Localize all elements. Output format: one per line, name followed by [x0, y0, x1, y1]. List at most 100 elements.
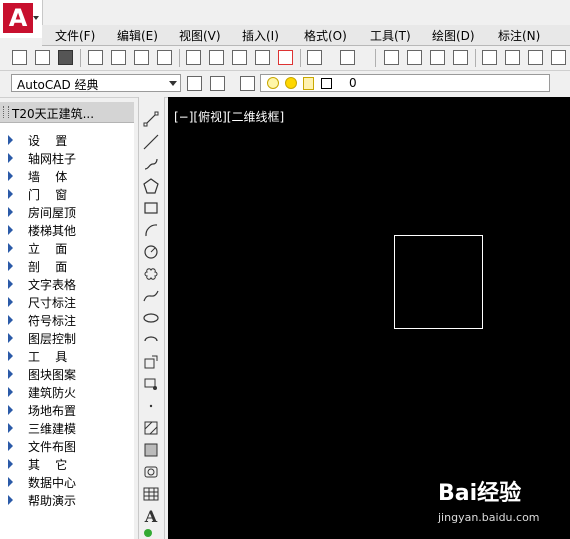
panel-item[interactable]: 设 置: [0, 131, 134, 149]
panel-item[interactable]: 三维建模: [0, 419, 134, 437]
panel-item[interactable]: 符号标注: [0, 311, 134, 329]
panel-item[interactable]: 房间屋顶: [0, 203, 134, 221]
match-properties-icon[interactable]: [255, 50, 270, 65]
menu-insert[interactable]: 插入(I): [242, 27, 279, 44]
publish-icon[interactable]: [134, 50, 149, 65]
panel-item[interactable]: 场地布置: [0, 401, 134, 419]
layer-properties-icon[interactable]: [240, 76, 255, 91]
make-block-icon[interactable]: [143, 376, 159, 392]
ellipse-icon[interactable]: [143, 310, 159, 326]
new-file-icon[interactable]: [12, 50, 27, 65]
panel-item[interactable]: 其 它: [0, 455, 134, 473]
copy-icon[interactable]: [209, 50, 224, 65]
undo-icon[interactable]: [307, 50, 322, 65]
menu-tools[interactable]: 工具(T): [370, 27, 411, 44]
expand-arrow-icon[interactable]: [8, 189, 13, 199]
panel-item[interactable]: 图层控制: [0, 329, 134, 347]
panel-item[interactable]: 立 面: [0, 239, 134, 257]
hatch-icon[interactable]: [143, 420, 159, 436]
panel-item[interactable]: 墙 体: [0, 167, 134, 185]
panel-item[interactable]: 门 窗: [0, 185, 134, 203]
zoom-previous-icon[interactable]: [453, 50, 468, 65]
arc-icon[interactable]: [143, 222, 159, 238]
region-icon[interactable]: [143, 464, 159, 480]
construction-line-icon[interactable]: [143, 134, 159, 150]
expand-arrow-icon[interactable]: [8, 333, 13, 343]
expand-arrow-icon[interactable]: [8, 369, 13, 379]
expand-arrow-icon[interactable]: [8, 153, 13, 163]
rectangle-icon[interactable]: [143, 200, 159, 216]
properties-icon[interactable]: [482, 50, 497, 65]
expand-arrow-icon[interactable]: [8, 351, 13, 361]
circle-icon[interactable]: [143, 244, 159, 260]
menu-format[interactable]: 格式(O): [304, 27, 347, 44]
polyline-icon[interactable]: [143, 156, 159, 172]
ellipse-arc-icon[interactable]: [143, 332, 159, 348]
expand-arrow-icon[interactable]: [8, 297, 13, 307]
panel-item[interactable]: 文件布图: [0, 437, 134, 455]
t20-panel-header[interactable]: T20天正建筑...: [0, 102, 134, 123]
revision-cloud-icon[interactable]: [143, 266, 159, 282]
drag-handle-icon[interactable]: [3, 106, 9, 118]
panel-item[interactable]: 建筑防火: [0, 383, 134, 401]
expand-arrow-icon[interactable]: [8, 387, 13, 397]
open-file-icon[interactable]: [35, 50, 50, 65]
expand-arrow-icon[interactable]: [8, 261, 13, 271]
menu-edit[interactable]: 编辑(E): [117, 27, 158, 44]
pan-icon[interactable]: [384, 50, 399, 65]
viewport-controls-label[interactable]: [−][俯视][二维线框]: [174, 108, 284, 125]
print-preview-icon[interactable]: [111, 50, 126, 65]
expand-arrow-icon[interactable]: [8, 207, 13, 217]
point-icon[interactable]: [143, 398, 159, 414]
drawn-rectangle[interactable]: [394, 235, 483, 329]
panel-item[interactable]: 工 具: [0, 347, 134, 365]
panel-item[interactable]: 文字表格: [0, 275, 134, 293]
sheet-set-icon[interactable]: [551, 50, 566, 65]
drawing-canvas[interactable]: [−][俯视][二维线框] Bai经验 jingyan.baidu.com: [168, 97, 570, 539]
expand-arrow-icon[interactable]: [8, 405, 13, 415]
workspace-settings-icon[interactable]: [187, 76, 202, 91]
redo-icon[interactable]: [340, 50, 355, 65]
expand-arrow-icon[interactable]: [8, 423, 13, 433]
expand-arrow-icon[interactable]: [8, 459, 13, 469]
line-icon[interactable]: [143, 111, 159, 127]
panel-item[interactable]: 数据中心: [0, 473, 134, 491]
panel-item[interactable]: 轴网柱子: [0, 149, 134, 167]
application-menu-button[interactable]: A: [0, 0, 43, 38]
tool-palettes-icon[interactable]: [528, 50, 543, 65]
expand-arrow-icon[interactable]: [8, 477, 13, 487]
polygon-icon[interactable]: [143, 178, 159, 194]
panel-item[interactable]: 剖 面: [0, 257, 134, 275]
zoom-realtime-icon[interactable]: [407, 50, 422, 65]
design-center-icon[interactable]: [505, 50, 520, 65]
print-icon[interactable]: [88, 50, 103, 65]
save-icon[interactable]: [58, 50, 73, 65]
expand-arrow-icon[interactable]: [8, 171, 13, 181]
workspace-save-icon[interactable]: [210, 76, 225, 91]
menu-file[interactable]: 文件(F): [55, 27, 95, 44]
expand-arrow-icon[interactable]: [8, 279, 13, 289]
panel-item[interactable]: 楼梯其他: [0, 221, 134, 239]
expand-arrow-icon[interactable]: [8, 495, 13, 505]
multiline-text-icon[interactable]: A: [143, 507, 159, 526]
paste-icon[interactable]: [232, 50, 247, 65]
zoom-window-icon[interactable]: [430, 50, 445, 65]
menu-view[interactable]: 视图(V): [179, 27, 221, 44]
menu-dimension[interactable]: 标注(N): [498, 27, 540, 44]
panel-item[interactable]: 图块图案: [0, 365, 134, 383]
expand-arrow-icon[interactable]: [8, 135, 13, 145]
expand-arrow-icon[interactable]: [8, 441, 13, 451]
panel-item[interactable]: 帮助演示: [0, 491, 134, 509]
layer-select[interactable]: 0: [260, 74, 550, 92]
workspace-select[interactable]: AutoCAD 经典: [11, 74, 181, 92]
block-editor-icon[interactable]: [278, 50, 293, 65]
table-icon[interactable]: [143, 486, 159, 502]
panel-item[interactable]: 尺寸标注: [0, 293, 134, 311]
insert-block-icon[interactable]: [143, 354, 159, 370]
expand-arrow-icon[interactable]: [8, 315, 13, 325]
spline-icon[interactable]: [143, 288, 159, 304]
3d-dwf-icon[interactable]: [157, 50, 172, 65]
expand-arrow-icon[interactable]: [8, 225, 13, 235]
menu-draw[interactable]: 绘图(D): [432, 27, 475, 44]
cut-icon[interactable]: [186, 50, 201, 65]
